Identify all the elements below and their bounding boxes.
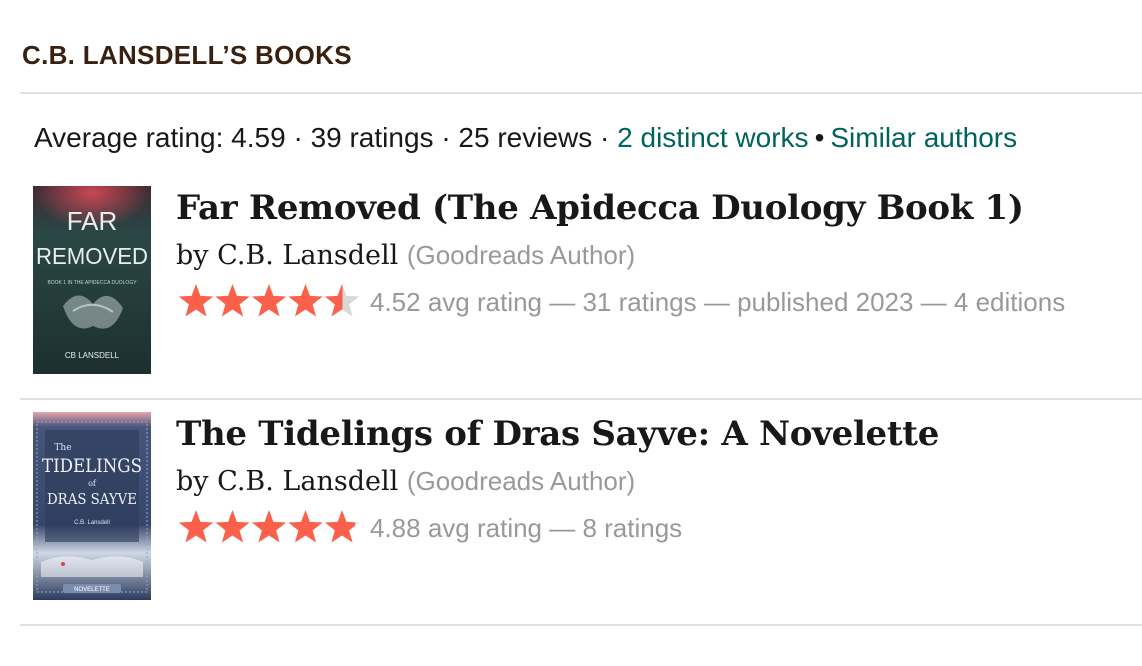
header-divider [20,92,1142,94]
star-icon [324,510,360,543]
author-link[interactable]: C.B. Lansdell [217,466,398,497]
cover-author: C.B. Lansdell [74,520,110,526]
star-icon [178,510,214,543]
average-rating: Average rating: 4.59 [34,122,286,153]
star-icon [288,510,323,543]
cover-title-1: The [54,443,71,453]
book-cover-art: The TIDELINGS of DRAS SAYVE C.B. Lansdel… [33,412,151,600]
rating-summary: 4.88 avg rating — 8 ratings [370,513,683,543]
book-byline: by C.B. Lansdell (Goodreads Author) [176,466,635,497]
cover-title-2: TIDELINGS [42,455,142,477]
star-icon [215,510,250,543]
star-icon [215,284,250,317]
cover-subtitle: BOOK 1 IN THE APIDECCA DUOLOGY [47,280,137,286]
book-byline: by C.B. Lansdell (Goodreads Author) [176,240,635,271]
section-title: C.B. LANSDELL’S BOOKS [22,40,352,70]
author-role: (Goodreads Author) [406,240,636,270]
cover-badge: NOVELETTE [74,587,110,593]
reviews-count: 25 reviews [458,122,593,153]
distinct-works-link[interactable]: 2 distinct works [617,122,808,153]
star-rating [178,284,360,317]
cover-author: CB LANSDELL [65,351,120,360]
author-stats: Average rating: 4.59 · 39 ratings · 25 r… [34,122,1017,154]
book-cover[interactable]: The TIDELINGS of DRAS SAYVE C.B. Lansdel… [33,412,151,600]
author-link[interactable]: C.B. Lansdell [217,240,398,271]
cover-title-4: DRAS SAYVE [47,490,137,508]
similar-authors-link[interactable]: Similar authors [830,122,1017,153]
star-icon [251,284,287,317]
cover-title-2: REMOVED [36,243,148,269]
star-rating [178,510,360,543]
author-role: (Goodreads Author) [406,466,636,496]
separator: · [600,122,610,153]
separator: · [441,122,451,153]
star-icon [251,510,287,543]
by-label: by [176,466,209,497]
star-icon [324,284,360,317]
book-divider [20,398,1142,400]
book-cover-art: FAR REMOVED BOOK 1 IN THE APIDECCA DUOLO… [33,186,151,374]
bottom-divider [20,624,1142,626]
star-icon [288,284,323,317]
separator: · [293,122,303,153]
book-cover[interactable]: FAR REMOVED BOOK 1 IN THE APIDECCA DUOLO… [33,186,151,374]
cover-title-1: FAR [67,206,118,236]
ratings-count: 39 ratings [310,122,434,153]
bullet-separator: • [814,122,825,153]
book-title-link[interactable]: The Tidelings of Dras Sayve: A Novelette [176,414,939,454]
book-title-link[interactable]: Far Removed (The Apidecca Duology Book 1… [176,188,1024,228]
star-icon [178,284,214,317]
cover-title-3: of [88,479,97,488]
rating-summary: 4.52 avg rating — 31 ratings — published… [370,287,1066,317]
by-label: by [176,240,209,271]
